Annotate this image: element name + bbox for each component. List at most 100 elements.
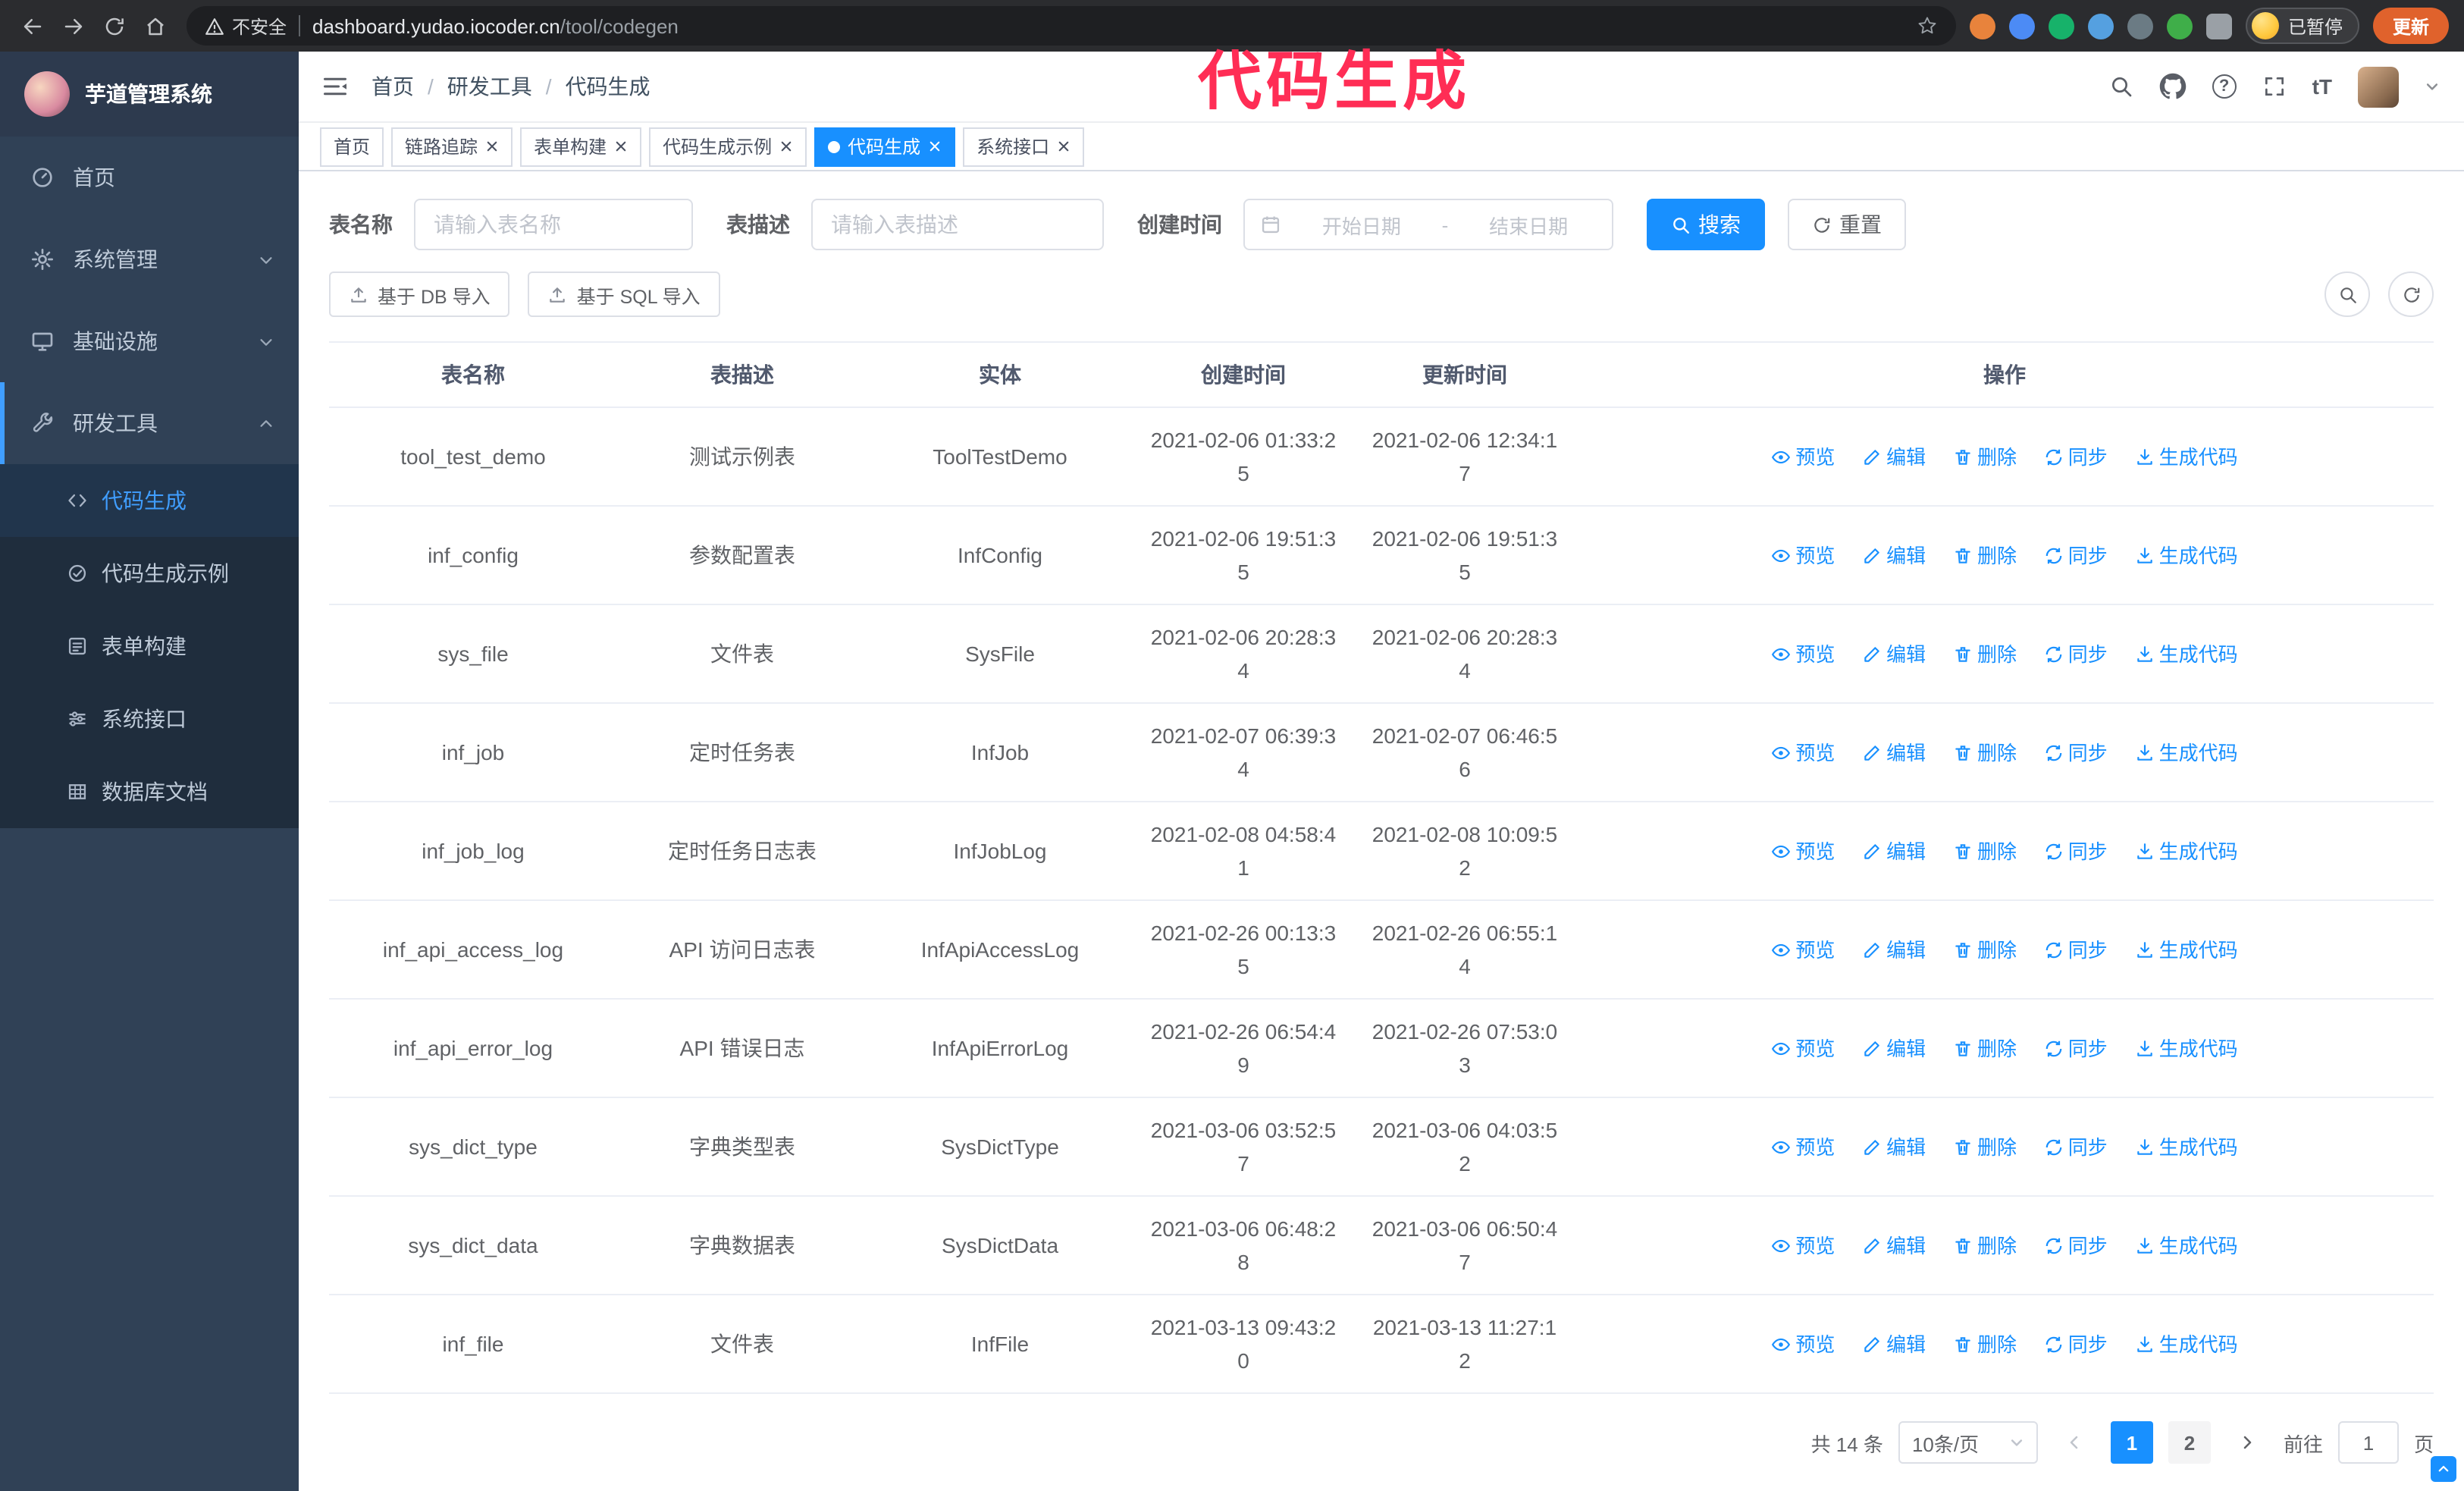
generate-code-link[interactable]: 生成代码	[2135, 736, 2238, 770]
goto-page-input[interactable]	[2337, 1421, 2399, 1464]
preview-link[interactable]: 预览	[1771, 1032, 1835, 1066]
browser-update-button[interactable]: 更新	[2372, 8, 2449, 44]
close-icon[interactable]	[614, 140, 628, 153]
delete-link[interactable]: 删除	[1953, 441, 2017, 474]
forward-icon[interactable]	[62, 14, 85, 37]
preview-link[interactable]: 预览	[1771, 835, 1835, 868]
tab-form-builder[interactable]: 表单构建	[520, 127, 642, 167]
refresh-table-button[interactable]	[2388, 272, 2434, 317]
user-menu-caret-icon[interactable]	[2425, 79, 2440, 94]
sync-link[interactable]: 同步	[2044, 1328, 2108, 1361]
search-button[interactable]: 搜索	[1647, 199, 1765, 250]
next-page-button[interactable]	[2226, 1421, 2268, 1464]
sync-link[interactable]: 同步	[2044, 1131, 2108, 1164]
generate-code-link[interactable]: 生成代码	[2135, 1131, 2238, 1164]
edit-link[interactable]: 编辑	[1862, 934, 1926, 967]
delete-link[interactable]: 删除	[1953, 736, 2017, 770]
delete-link[interactable]: 删除	[1953, 934, 2017, 967]
delete-link[interactable]: 删除	[1953, 638, 2017, 671]
user-avatar[interactable]	[2358, 66, 2399, 108]
table-desc-input[interactable]	[811, 199, 1104, 250]
sidebar-item-system-mgmt[interactable]: 系统管理	[0, 218, 299, 300]
delete-link[interactable]: 删除	[1953, 1229, 2017, 1263]
help-icon[interactable]	[2212, 74, 2237, 99]
page-number-1[interactable]: 1	[2110, 1421, 2153, 1464]
preview-link[interactable]: 预览	[1771, 1328, 1835, 1361]
generate-code-link[interactable]: 生成代码	[2135, 835, 2238, 868]
sidebar-item-dev-tools[interactable]: 研发工具	[0, 382, 299, 464]
extension-icon-1[interactable]	[1969, 13, 1995, 39]
back-to-top-button[interactable]	[2431, 1456, 2456, 1482]
sync-link[interactable]: 同步	[2044, 1032, 2108, 1066]
puzzle-extensions-icon[interactable]	[2205, 13, 2232, 39]
generate-code-link[interactable]: 生成代码	[2135, 1229, 2238, 1263]
generate-code-link[interactable]: 生成代码	[2135, 1328, 2238, 1361]
profile-paused-badge[interactable]: 已暂停	[2245, 8, 2359, 44]
bookmark-star-icon[interactable]	[1917, 15, 1938, 36]
delete-link[interactable]: 删除	[1953, 1328, 2017, 1361]
breadcrumb-item-devtools[interactable]: 研发工具	[447, 71, 532, 102]
delete-link[interactable]: 删除	[1953, 539, 2017, 573]
edit-link[interactable]: 编辑	[1862, 638, 1926, 671]
generate-code-link[interactable]: 生成代码	[2135, 1032, 2238, 1066]
date-range-picker[interactable]: 开始日期 - 结束日期	[1243, 199, 1613, 250]
sidebar-item-form-builder[interactable]: 表单构建	[0, 610, 299, 683]
sync-link[interactable]: 同步	[2044, 835, 2108, 868]
generate-code-link[interactable]: 生成代码	[2135, 934, 2238, 967]
preview-link[interactable]: 预览	[1771, 1131, 1835, 1164]
preview-link[interactable]: 预览	[1771, 539, 1835, 573]
edit-link[interactable]: 编辑	[1862, 1131, 1926, 1164]
page-number-2[interactable]: 2	[2168, 1421, 2211, 1464]
toggle-search-button[interactable]	[2324, 272, 2370, 317]
home-icon[interactable]	[144, 14, 167, 37]
extension-icon-4[interactable]	[2087, 13, 2114, 39]
tab-tracing[interactable]: 链路追踪	[391, 127, 513, 167]
preview-link[interactable]: 预览	[1771, 934, 1835, 967]
sidebar-item-code-generation[interactable]: 代码生成	[0, 464, 299, 537]
sidebar-item-codegen-example[interactable]: 代码生成示例	[0, 537, 299, 610]
extension-icon-2[interactable]	[2008, 13, 2035, 39]
edit-link[interactable]: 编辑	[1862, 736, 1926, 770]
sync-link[interactable]: 同步	[2044, 1229, 2108, 1263]
github-icon[interactable]	[2159, 73, 2187, 100]
hamburger-icon[interactable]	[299, 52, 371, 121]
delete-link[interactable]: 删除	[1953, 1032, 2017, 1066]
extension-icon-5[interactable]	[2127, 13, 2153, 39]
search-icon[interactable]	[2109, 74, 2133, 99]
table-name-input[interactable]	[414, 199, 693, 250]
edit-link[interactable]: 编辑	[1862, 1032, 1926, 1066]
close-icon[interactable]	[779, 140, 793, 153]
sync-link[interactable]: 同步	[2044, 934, 2108, 967]
close-icon[interactable]	[485, 140, 499, 153]
tab-home[interactable]: 首页	[320, 127, 384, 167]
import-sql-button[interactable]: 基于 SQL 导入	[528, 272, 720, 317]
sync-link[interactable]: 同步	[2044, 638, 2108, 671]
sidebar-item-system-api[interactable]: 系统接口	[0, 683, 299, 755]
sidebar-item-home[interactable]: 首页	[0, 137, 299, 218]
edit-link[interactable]: 编辑	[1862, 1229, 1926, 1263]
edit-link[interactable]: 编辑	[1862, 835, 1926, 868]
sync-link[interactable]: 同步	[2044, 539, 2108, 573]
prev-page-button[interactable]	[2053, 1421, 2096, 1464]
preview-link[interactable]: 预览	[1771, 441, 1835, 474]
close-icon[interactable]	[1057, 140, 1071, 153]
sync-link[interactable]: 同步	[2044, 736, 2108, 770]
sync-link[interactable]: 同步	[2044, 441, 2108, 474]
preview-link[interactable]: 预览	[1771, 1229, 1835, 1263]
close-icon[interactable]	[928, 140, 942, 153]
tab-codegen-example[interactable]: 代码生成示例	[649, 127, 807, 167]
security-indicator[interactable]: 不安全	[205, 13, 287, 39]
delete-link[interactable]: 删除	[1953, 1131, 2017, 1164]
import-db-button[interactable]: 基于 DB 导入	[329, 272, 510, 317]
reset-button[interactable]: 重置	[1788, 199, 1906, 250]
preview-link[interactable]: 预览	[1771, 736, 1835, 770]
sidebar-item-infrastructure[interactable]: 基础设施	[0, 300, 299, 382]
breadcrumb-item-home[interactable]: 首页	[371, 71, 414, 102]
generate-code-link[interactable]: 生成代码	[2135, 638, 2238, 671]
page-size-select[interactable]: 10条/页	[1898, 1421, 2038, 1464]
sidebar-item-db-docs[interactable]: 数据库文档	[0, 755, 299, 828]
edit-link[interactable]: 编辑	[1862, 1328, 1926, 1361]
generate-code-link[interactable]: 生成代码	[2135, 539, 2238, 573]
edit-link[interactable]: 编辑	[1862, 539, 1926, 573]
back-icon[interactable]	[21, 14, 44, 37]
